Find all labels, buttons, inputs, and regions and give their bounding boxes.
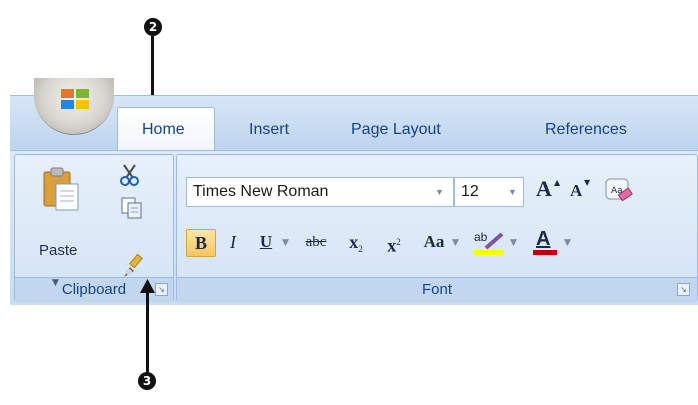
text-highlight-button[interactable]: ab xyxy=(472,228,508,258)
paste-button[interactable]: Paste xyxy=(30,158,88,259)
subscript-button[interactable]: x2 xyxy=(340,229,372,257)
font-color-letter: A xyxy=(536,228,551,250)
underline-letter: U xyxy=(259,232,273,251)
paste-label: Paste xyxy=(39,242,78,259)
clipboard-group-label: Clipboard xyxy=(61,281,127,298)
highlight-color-bar xyxy=(474,250,504,255)
callout-arrow-3 xyxy=(146,292,149,372)
tab-insert[interactable]: Insert xyxy=(249,121,289,139)
callout-marker-3: 3 xyxy=(138,372,156,390)
scissors-icon[interactable] xyxy=(118,163,142,187)
bold-button[interactable]: B xyxy=(186,229,216,257)
underline-dropdown-icon[interactable]: ▼ xyxy=(282,229,289,257)
superscript-base: x xyxy=(387,235,397,256)
change-case-dropdown-icon[interactable]: ▼ xyxy=(452,229,459,257)
superscript-button[interactable]: x2 xyxy=(378,229,410,257)
paste-dropdown-arrow[interactable]: ▼ xyxy=(52,278,59,288)
clear-formatting-button[interactable]: Aa xyxy=(604,177,634,205)
office-logo-icon xyxy=(61,89,89,109)
font-color-dropdown-icon[interactable]: ▼ xyxy=(564,229,571,257)
tab-references[interactable]: References xyxy=(545,121,627,139)
highlight-dropdown-icon[interactable]: ▼ xyxy=(510,229,517,257)
font-size-value: 12 xyxy=(461,183,479,200)
italic-button[interactable]: I xyxy=(220,229,246,257)
font-name-combo[interactable]: Times New Roman ▼ xyxy=(186,177,454,207)
shrink-font-arrow-icon: ▼ xyxy=(584,178,591,187)
paste-icon xyxy=(43,167,79,211)
strikethrough-text: abc xyxy=(305,234,327,250)
tab-home[interactable]: Home xyxy=(142,121,185,139)
change-case-button[interactable]: Aa xyxy=(416,229,452,257)
callout-arrowhead-3 xyxy=(140,279,155,293)
bold-letter: B xyxy=(194,233,207,253)
italic-letter: I xyxy=(230,232,236,252)
grow-font-button[interactable]: A ▲ xyxy=(532,176,564,206)
subscript-base: x xyxy=(349,232,359,252)
clear-formatting-icon: Aa xyxy=(605,178,633,202)
strikethrough-button[interactable]: abc xyxy=(298,229,334,257)
font-color-button[interactable]: A xyxy=(530,228,560,258)
font-name-dropdown-icon[interactable]: ▼ xyxy=(435,178,444,206)
clipboard-dialog-launcher[interactable]: ↘ xyxy=(155,283,168,296)
shrink-font-letter: A xyxy=(570,181,583,200)
font-color-bar xyxy=(533,250,557,255)
grow-font-arrow-icon: ▲ xyxy=(554,178,561,187)
font-group-label: Font xyxy=(421,281,452,298)
highlighter-pen-icon xyxy=(484,232,504,250)
callout-marker-2: 2 xyxy=(144,18,162,36)
paintbrush-icon[interactable] xyxy=(120,253,146,279)
underline-button[interactable]: U xyxy=(252,229,280,257)
change-case-text: Aa xyxy=(423,232,445,251)
superscript-sup: 2 xyxy=(396,237,401,247)
font-group-footer: Font xyxy=(177,277,697,302)
font-size-combo[interactable]: 12 ▼ xyxy=(454,177,524,207)
subscript-sub: 2 xyxy=(358,244,363,255)
font-size-dropdown-icon[interactable]: ▼ xyxy=(508,178,517,206)
font-name-value: Times New Roman xyxy=(193,183,329,200)
copy-icon[interactable] xyxy=(120,196,144,220)
grow-font-letter: A xyxy=(536,176,552,201)
tab-page-layout[interactable]: Page Layout xyxy=(351,121,441,139)
font-dialog-launcher[interactable]: ↘ xyxy=(677,283,690,296)
shrink-font-button[interactable]: A ▼ xyxy=(566,176,596,206)
